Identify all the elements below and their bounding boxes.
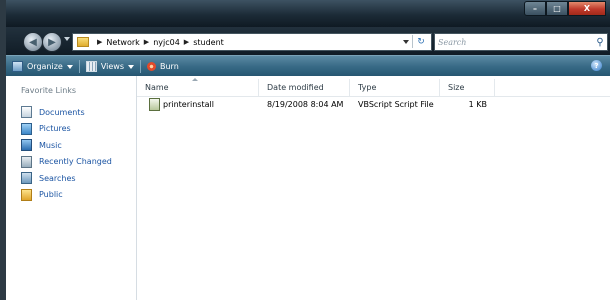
column-header-label: Name: [145, 83, 169, 92]
views-icon: [85, 61, 97, 72]
navigation-pane: Favorite Links Documents Pictures Music …: [6, 76, 136, 300]
column-header-name[interactable]: Name: [137, 78, 259, 96]
views-label: Views: [100, 62, 124, 71]
close-button[interactable]: X: [568, 1, 606, 16]
file-row[interactable]: printerinstall 8/19/2008 8:04 AM VBScrip…: [137, 97, 495, 111]
vbscript-file-icon: [149, 97, 160, 111]
favorite-link-label: Public: [39, 190, 63, 200]
window-controls: – □ X: [524, 1, 606, 16]
file-type: VBScript Script File: [358, 99, 434, 109]
favorite-link-searches[interactable]: Searches: [21, 170, 112, 187]
command-bar: Organize Views Burn ?: [6, 55, 610, 77]
column-header-label: Type: [358, 83, 377, 92]
favorite-link-public[interactable]: Public: [21, 187, 112, 204]
search-box[interactable]: Search ⚲: [434, 33, 608, 51]
minimize-button[interactable]: –: [524, 1, 546, 16]
recent-pages-dropdown-icon[interactable]: [64, 37, 70, 41]
column-header-type[interactable]: Type: [350, 79, 440, 96]
back-arrow-icon: ◀: [29, 36, 37, 48]
breadcrumb-nyjc04[interactable]: nyjc04: [153, 38, 180, 47]
favorite-link-label: Pictures: [39, 124, 71, 134]
favorite-links-list: Documents Pictures Music Recently Change…: [21, 104, 112, 203]
folder-icon: [77, 37, 89, 47]
search-input[interactable]: Search: [435, 38, 593, 47]
refresh-button[interactable]: ↻: [412, 35, 429, 48]
column-header-label: Size: [448, 83, 465, 92]
burn-button[interactable]: Burn: [141, 56, 185, 77]
file-date-modified: 8/19/2008 8:04 AM: [267, 99, 344, 109]
column-header-row: Name Date modified Type Size: [137, 78, 610, 97]
favorite-link-label: Recently Changed: [39, 157, 112, 167]
chevron-right-icon[interactable]: ▶: [144, 38, 149, 46]
organize-icon: [12, 61, 23, 72]
favorite-link-label: Documents: [39, 107, 85, 117]
help-button[interactable]: ?: [591, 60, 602, 71]
column-header-label: Date modified: [267, 83, 324, 92]
views-button[interactable]: Views: [80, 56, 140, 77]
chevron-down-icon: [128, 64, 134, 69]
chevron-right-icon[interactable]: ▶: [97, 38, 102, 46]
column-header-size[interactable]: Size: [440, 79, 495, 96]
chevron-down-icon: [66, 64, 73, 69]
back-button[interactable]: ◀: [23, 32, 43, 52]
sort-ascending-icon: [192, 78, 198, 81]
file-name-cell[interactable]: printerinstall: [137, 97, 259, 111]
file-list-pane: Name Date modified Type Size printerinst…: [137, 76, 610, 300]
burn-label: Burn: [160, 62, 179, 71]
breadcrumb-network[interactable]: Network: [106, 38, 139, 47]
organize-button[interactable]: Organize: [6, 56, 79, 77]
public-folder-icon: [21, 188, 32, 201]
address-dropdown-icon[interactable]: [403, 40, 409, 44]
address-bar[interactable]: ▶ Network ▶ nyjc04 ▶ student ↻: [72, 33, 432, 51]
refresh-icon: ↻: [417, 36, 425, 47]
breadcrumb-student[interactable]: student: [193, 38, 224, 47]
column-header-date-modified[interactable]: Date modified: [259, 79, 350, 96]
recently-changed-icon: [21, 155, 32, 168]
navigation-bar: ◀ ▶ ▶ Network ▶ nyjc04 ▶ student ↻ Searc…: [6, 27, 610, 55]
organize-label: Organize: [27, 62, 63, 71]
favorite-links-heading: Favorite Links: [21, 86, 77, 95]
favorite-link-pictures[interactable]: Pictures: [21, 121, 112, 138]
burn-disc-icon: [147, 62, 156, 71]
file-name: printerinstall: [163, 99, 214, 109]
searches-icon: [21, 172, 32, 185]
documents-icon: [21, 106, 32, 119]
music-icon: [21, 139, 32, 152]
explorer-window: – □ X ◀ ▶ ▶ Network ▶ nyjc04 ▶ student ↻…: [0, 0, 610, 300]
pictures-icon: [21, 122, 32, 135]
favorite-link-label: Searches: [39, 173, 76, 183]
search-icon[interactable]: ⚲: [593, 37, 607, 48]
favorite-link-music[interactable]: Music: [21, 137, 112, 154]
forward-arrow-icon: ▶: [48, 36, 56, 48]
favorite-link-documents[interactable]: Documents: [21, 104, 112, 121]
favorite-link-recently-changed[interactable]: Recently Changed: [21, 154, 112, 171]
chevron-right-icon[interactable]: ▶: [184, 38, 189, 46]
maximize-button[interactable]: □: [546, 1, 568, 16]
favorite-link-label: Music: [39, 140, 62, 150]
forward-button[interactable]: ▶: [42, 32, 62, 52]
file-size: 1 KB: [468, 99, 487, 109]
title-bar: – □ X: [6, 0, 610, 27]
